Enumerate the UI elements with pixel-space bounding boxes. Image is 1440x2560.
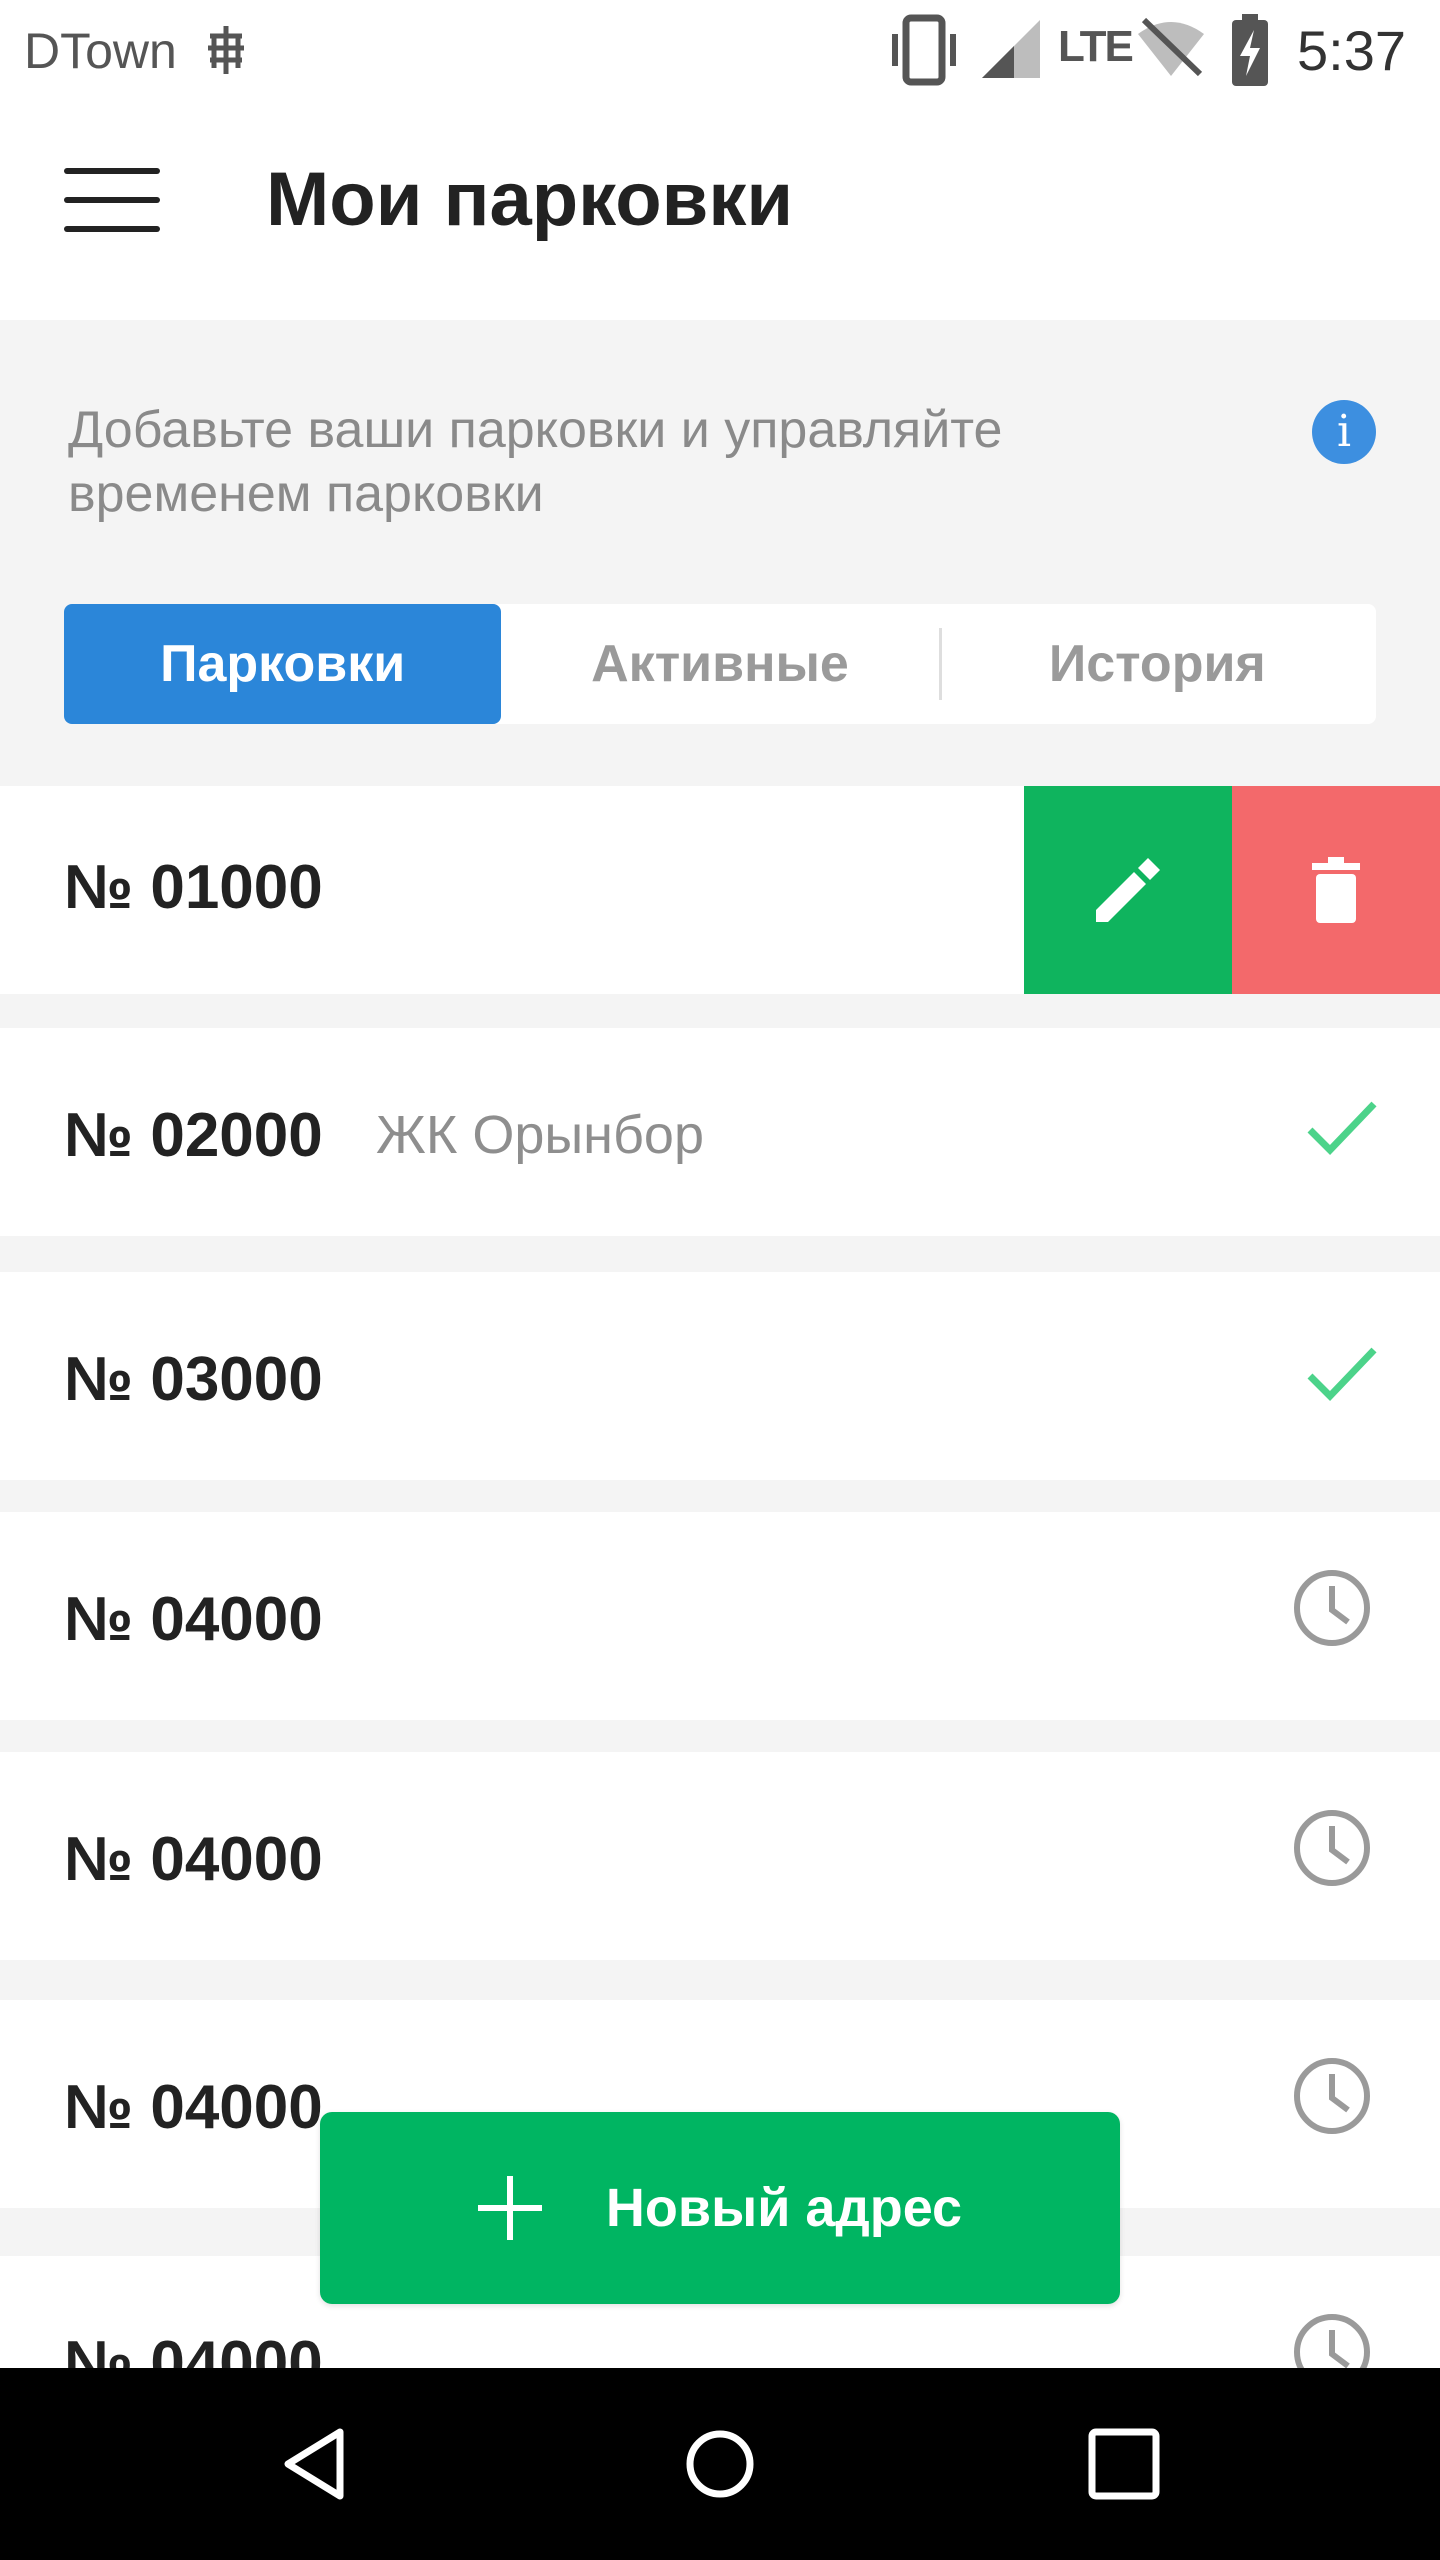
back-icon[interactable] (272, 2416, 368, 2512)
page-title: Мои парковки (266, 157, 794, 242)
battery-charging-icon (1232, 14, 1268, 86)
parking-number: № 04000 (64, 2073, 323, 2142)
parking-number: № 04000 (64, 1825, 323, 1894)
info-panel: Добавьте ваши парковки и управляйте врем… (0, 320, 1440, 786)
vibrate-icon (892, 14, 956, 86)
info-icon[interactable]: i (1312, 400, 1376, 464)
clock-time: 5:37 (1297, 19, 1406, 82)
status-bar: DTown LTE 5:37 (0, 0, 1440, 100)
new-address-label: Новый адрес (605, 2178, 963, 2238)
parking-row[interactable]: № 03000 (0, 1272, 1440, 1480)
parking-number: № 01000 (64, 853, 323, 922)
tab-parkings[interactable]: Парковки (64, 604, 502, 724)
tab-label: История (1048, 635, 1266, 693)
parking-row[interactable]: № 01000 (0, 786, 1440, 994)
tab-active[interactable]: Активные (501, 604, 938, 724)
parking-number: № 03000 (64, 1345, 323, 1414)
recents-icon[interactable] (1076, 2416, 1172, 2512)
new-address-button[interactable]: Новый адрес (320, 2112, 1120, 2304)
plus-icon (477, 2176, 542, 2240)
tab-bar: Парковки Активные История (64, 604, 1376, 724)
info-text: Добавьте ваши парковки и управляйте врем… (68, 401, 1003, 523)
cell-signal-icon (982, 20, 1040, 78)
clock-icon (1294, 1810, 1370, 1886)
check-icon (1307, 1347, 1377, 1402)
pencil-icon (1096, 858, 1160, 922)
parking-row[interactable]: № 04000 (0, 1512, 1440, 1720)
home-icon[interactable] (672, 2416, 768, 2512)
check-icon (1307, 1101, 1377, 1156)
parking-row[interactable]: № 02000 ЖК Орынбор (0, 1028, 1440, 1236)
parking-address: ЖК Орынбор (376, 1105, 704, 1165)
parking-row[interactable]: № 04000 (0, 1752, 1440, 1960)
app-bar: Мои парковки (0, 100, 1440, 320)
system-nav-bar (0, 2368, 1440, 2560)
parking-number: № 02000 (64, 1101, 323, 1170)
tab-label: Парковки (160, 635, 406, 693)
carrier-name: DTown (24, 23, 177, 79)
tab-label: Активные (591, 635, 849, 693)
delete-button[interactable] (1232, 786, 1440, 994)
edit-button[interactable] (1024, 786, 1232, 994)
tab-history[interactable]: История (938, 604, 1376, 724)
hamburger-menu-icon[interactable] (64, 168, 160, 232)
carrier-signal-icon (208, 26, 244, 74)
lte-icon: LTE (1058, 22, 1134, 71)
wifi-off-icon (1138, 17, 1204, 77)
clock-icon (1294, 2058, 1370, 2134)
tab-divider (938, 628, 942, 700)
parking-number: № 04000 (64, 1585, 323, 1654)
clock-icon (1294, 1570, 1370, 1646)
trash-icon (1312, 857, 1360, 923)
